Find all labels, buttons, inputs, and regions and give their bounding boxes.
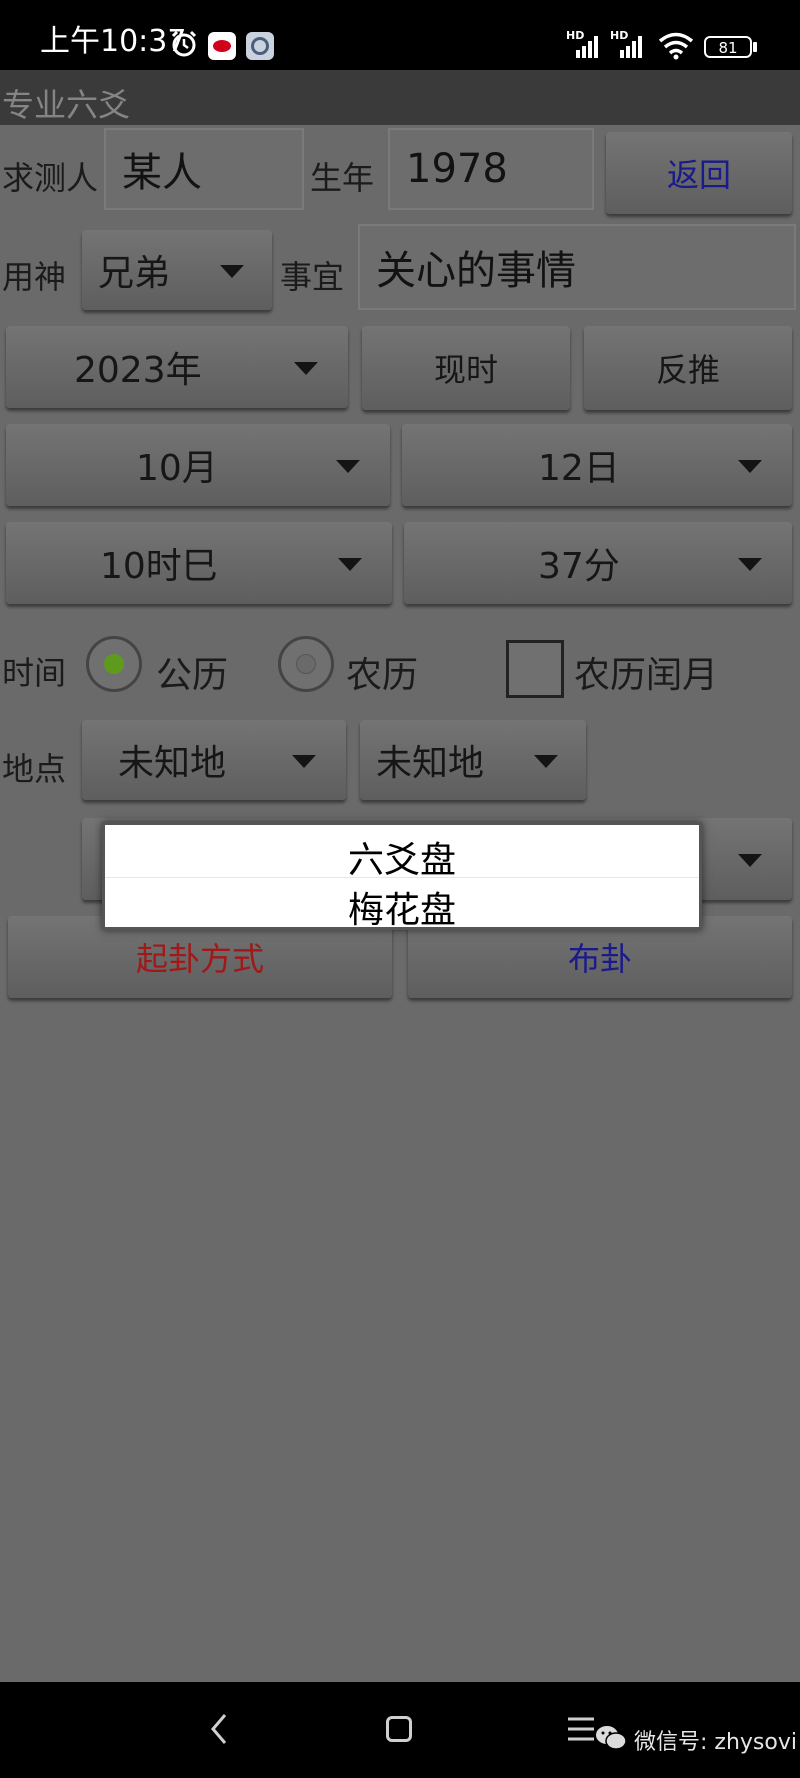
location1-value: 未知地 [118, 743, 227, 784]
matter-label: 事宜 [280, 258, 345, 296]
divination-method-label: 起卦方式 [135, 940, 264, 978]
battery-level: 81 [718, 39, 738, 57]
status-time: 上午10:37 [40, 24, 187, 59]
back-button[interactable]: 返回 [606, 132, 792, 214]
yongshen-value: 兄弟 [98, 253, 171, 294]
location-label: 地点 [2, 750, 67, 788]
location-province-dropdown[interactable]: 未知地 [82, 720, 346, 800]
chart-type-popup: 六爻盘 梅花盘 [102, 822, 702, 933]
status-bar: 上午10:37 HD HD 81 [0, 0, 800, 70]
yongshen-dropdown[interactable]: 兄弟 [82, 230, 272, 310]
reverse-button[interactable]: 反推 [584, 326, 792, 410]
day-value: 12日 [538, 448, 620, 489]
birth-year-label: 生年 [310, 159, 375, 197]
watermark-text: 微信号: zhysovi [634, 1730, 797, 1755]
location2-value: 未知地 [376, 743, 485, 784]
chevron-down-icon [738, 460, 762, 473]
popup-option-meihua[interactable]: 梅花盘 [105, 881, 699, 933]
chevron-down-icon [294, 362, 318, 375]
year-dropdown[interactable]: 2023年 [6, 326, 348, 408]
chevron-down-icon [534, 755, 558, 768]
now-button[interactable]: 现时 [362, 326, 570, 410]
battery-tip [753, 42, 757, 52]
cellular-signal-icon [576, 36, 598, 58]
radio-selected-dot [104, 654, 124, 674]
leap-month-checkbox[interactable] [506, 640, 564, 698]
chevron-down-icon [336, 460, 360, 473]
chevron-down-icon [220, 265, 244, 278]
chevron-down-icon [338, 558, 362, 571]
minute-value: 37分 [538, 546, 620, 587]
cellular-signal-2-icon [620, 36, 642, 58]
gregorian-radio[interactable] [86, 636, 142, 692]
lunar-label: 农历 [346, 655, 419, 696]
querent-value: 某人 [122, 150, 202, 196]
alarm-clock-icon [171, 30, 197, 57]
navigation-bar: 微信号: zhysovi [0, 1682, 800, 1778]
wechat-icon [596, 1726, 627, 1750]
home-nav-icon[interactable] [386, 1716, 412, 1742]
leap-month-label: 农历闰月 [574, 655, 719, 696]
chevron-down-icon [738, 854, 762, 867]
chevron-down-icon [738, 558, 762, 571]
back-button-label: 返回 [666, 156, 731, 194]
yongshen-label: 用神 [2, 258, 67, 296]
popup-option-liuyao[interactable]: 六爻盘 [105, 831, 699, 883]
time-label: 时间 [2, 654, 67, 692]
popup-divider [105, 877, 699, 878]
month-value: 10月 [136, 448, 218, 489]
birth-year-input[interactable]: 1978 [388, 128, 594, 210]
cast-button-label: 布卦 [567, 940, 632, 978]
lunar-radio[interactable] [278, 636, 334, 692]
sina-app-icon [208, 32, 236, 60]
querent-label: 求测人 [2, 159, 99, 197]
birth-year-value: 1978 [406, 146, 508, 192]
hour-dropdown[interactable]: 10时巳 [6, 522, 392, 604]
battery-icon: 81 [704, 36, 752, 58]
day-dropdown[interactable]: 12日 [402, 424, 792, 506]
chevron-down-icon [292, 755, 316, 768]
matter-value: 关心的事情 [376, 248, 576, 294]
querent-input[interactable]: 某人 [104, 128, 304, 210]
location-city-dropdown[interactable]: 未知地 [360, 720, 586, 800]
matter-input[interactable]: 关心的事情 [358, 224, 796, 310]
gregorian-label: 公历 [156, 655, 229, 696]
year-value: 2023年 [74, 350, 202, 391]
reverse-button-label: 反推 [655, 351, 720, 389]
wifi-icon [658, 32, 694, 60]
radio-unselected-dot [296, 654, 316, 674]
back-nav-icon[interactable] [208, 1712, 230, 1746]
hour-value: 10时巳 [100, 546, 218, 587]
navigation-app-icon [246, 32, 274, 60]
app-title: 专业六爻 [2, 86, 131, 124]
now-button-label: 现时 [433, 351, 498, 389]
menu-nav-icon[interactable] [566, 1716, 596, 1742]
app-bar: 专业六爻 [0, 70, 800, 125]
minute-dropdown[interactable]: 37分 [404, 522, 792, 604]
month-dropdown[interactable]: 10月 [6, 424, 390, 506]
